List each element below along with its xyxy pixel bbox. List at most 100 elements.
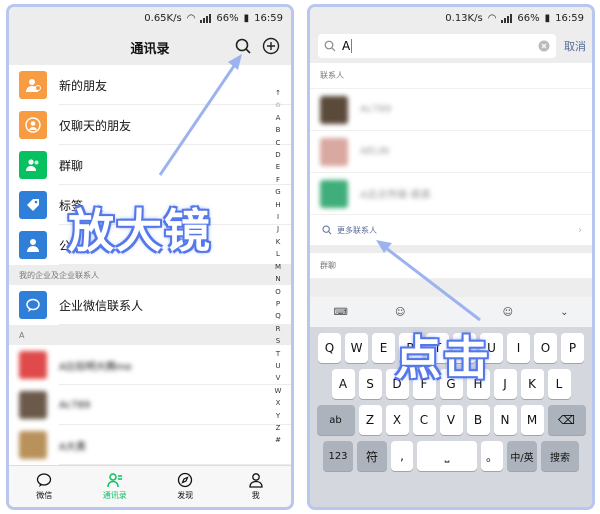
alphabet-letter[interactable]: T [273,348,283,360]
result-row[interactable]: AELIN [310,131,592,173]
contact-row[interactable]: A比较明大腾me [9,345,291,385]
key-Q[interactable]: Q [318,333,341,363]
contact-name: A比较明大腾me [59,361,132,373]
key-P[interactable]: P [561,333,584,363]
wifi-icon: ◠ [186,12,196,24]
alphabet-letter[interactable]: W [273,385,283,397]
status-bar: 0.65K/s ◠ 66% ▮ 16:59 [9,7,291,29]
key-M[interactable]: M [520,405,544,435]
key-V[interactable]: V [439,405,463,435]
battery-level: 66% [517,12,540,24]
alphabet-letter[interactable]: U [273,360,283,372]
alphabet-letter[interactable]: K [273,236,283,248]
alphabet-letter[interactable]: Z [273,422,283,434]
key-E[interactable]: E [372,333,395,363]
emoji-icon[interactable]: ☺ [503,307,513,318]
cancel-button[interactable]: 取消 [564,38,586,54]
key-N[interactable]: N [493,405,517,435]
search-input[interactable]: A [318,34,556,58]
alphabet-letter[interactable]: A [273,112,283,124]
alphabet-letter[interactable]: O [273,286,283,298]
key-space[interactable]: ⎵ [417,441,477,471]
alphabet-letter[interactable]: E [273,161,283,173]
add-icon[interactable] [262,37,280,55]
collapse-keyboard-icon[interactable]: ⌄ [560,307,568,318]
alphabet-letter[interactable]: R [273,323,283,335]
alphabet-letter[interactable]: Y [273,410,283,422]
key-123[interactable]: 123 [323,441,353,471]
key-搜索[interactable]: 搜索 [541,441,579,471]
contacts-icon [107,473,122,488]
alphabet-letter[interactable]: ↑ [273,87,283,99]
tab-chats[interactable]: 微信 [9,466,80,507]
voice-icon[interactable]: ⌨ [334,307,348,318]
key-J[interactable]: J [493,369,517,399]
key-符[interactable]: 符 [357,441,387,471]
enterprise-contacts-item[interactable]: 企业微信联系人 [9,285,291,325]
alphabet-letter[interactable]: P [273,298,283,310]
key-ab[interactable]: ab [316,405,355,435]
key-A[interactable]: A [331,369,355,399]
key-I[interactable]: I [507,333,530,363]
alphabet-letter[interactable]: F [273,174,283,186]
key-中/英[interactable]: 中/英 [507,441,537,471]
alphabet-letter[interactable]: ☆ [273,99,283,111]
alphabet-letter[interactable]: B [273,124,283,136]
alphabet-letter[interactable]: X [273,397,283,409]
alphabet-letter[interactable]: M [273,261,283,273]
clear-icon[interactable] [538,40,550,52]
key-。[interactable]: 。 [481,441,503,471]
avatar [19,431,47,459]
magnifier-annotation: 放大镜 [68,204,212,258]
alphabet-letter[interactable]: D [273,149,283,161]
letter-section-header: A [9,325,291,345]
tab-contacts[interactable]: 通讯录 [80,466,151,507]
tab-label: 我 [251,491,260,500]
alphabet-letter[interactable]: V [273,372,283,384]
key-L[interactable]: L [547,369,571,399]
status-bar: 0.13K/s ◠ 66% ▮ 16:59 [310,7,592,29]
item-label: 仅聊天的朋友 [59,118,132,133]
contact-row[interactable]: Ac789 [9,385,291,425]
tab-me[interactable]: 我 [221,466,292,507]
click-annotation: 点击 [395,331,491,385]
alphabet-letter[interactable]: C [273,137,283,149]
key-,[interactable]: , [391,441,413,471]
tab-discover[interactable]: 发现 [150,466,221,507]
battery-icon: ▮ [544,12,551,24]
key-W[interactable]: W [345,333,368,363]
key-K[interactable]: K [520,369,544,399]
alphabet-letter[interactable]: Q [273,310,283,322]
alphabet-letter[interactable]: H [273,199,283,211]
group-icon [19,151,47,179]
alphabet-letter[interactable]: S [273,335,283,347]
key-S[interactable]: S [358,369,382,399]
net-speed: 0.13K/s [445,12,483,24]
avatar [320,95,348,124]
clock: 16:59 [254,12,283,24]
wifi-icon: ◠ [487,12,497,24]
result-row[interactable]: A这点传媒-裘裘 [310,173,592,215]
key-backspace[interactable]: ⌫ [547,405,586,435]
contact-row[interactable]: A大黄 [9,425,291,465]
alphabet-index[interactable]: ↑ ☆ A B C D E F G H I J K L M N O P Q R S T U V W X Y Z # [273,87,283,447]
enterprise-section-header: 我的企业及企业联系人 [9,265,291,285]
key-Z[interactable]: Z [358,405,382,435]
alphabet-letter[interactable]: N [273,273,283,285]
enterprise-chat-icon [19,291,47,319]
contact-name: Ac789 [59,399,91,411]
alphabet-letter[interactable]: G [273,186,283,198]
contact-name: A大黄 [59,441,86,453]
alphabet-letter[interactable]: # [273,434,283,446]
battery-level: 66% [216,12,239,24]
key-C[interactable]: C [412,405,436,435]
item-label: 群聊 [59,158,84,173]
alphabet-letter[interactable]: L [273,248,283,260]
key-B[interactable]: B [466,405,490,435]
key-O[interactable]: O [534,333,557,363]
key-X[interactable]: X [385,405,409,435]
alphabet-letter[interactable]: I [273,211,283,223]
signal-icon [200,13,212,23]
alphabet-letter[interactable]: J [273,223,283,235]
result-row[interactable]: Ac789 [310,89,592,131]
